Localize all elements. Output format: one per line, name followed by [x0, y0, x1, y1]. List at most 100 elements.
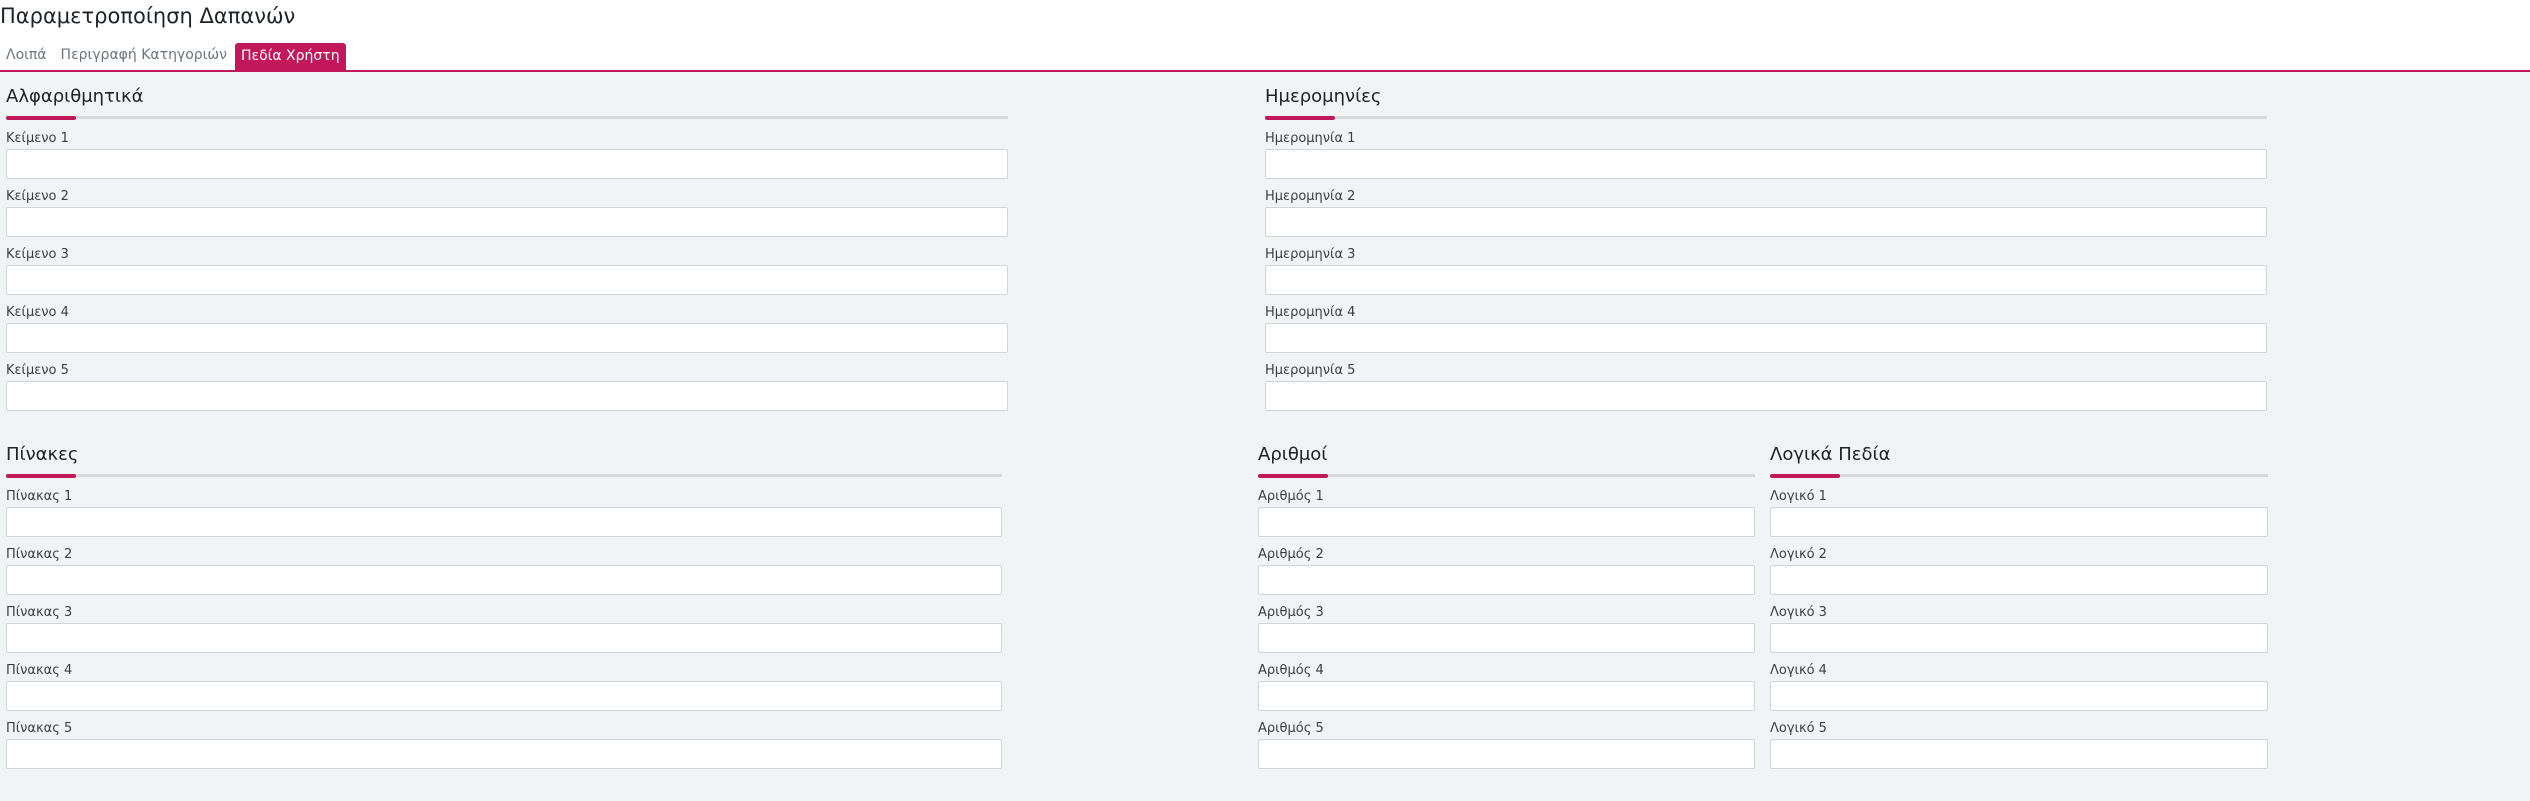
field-label: Λογικό 1 [1770, 489, 1827, 504]
section-title: Αλφαριθμητικά [6, 86, 144, 107]
field-date-2: Ημερομηνία 2 [1265, 189, 2267, 237]
field-logical-2: Λογικό 2 [1770, 547, 2268, 595]
field-number-2: Αριθμός 2 [1258, 547, 1755, 595]
field-number-1: Αριθμός 1 [1258, 489, 1755, 537]
field-table-5: Πίνακας 5 [6, 721, 1002, 769]
field-text-3: Κείμενο 3 [6, 247, 1008, 295]
table-input-4[interactable] [6, 681, 1002, 711]
field-label: Πίνακας 5 [6, 721, 73, 736]
field-label: Ημερομηνία 5 [1265, 363, 1356, 378]
logical-input-5[interactable] [1770, 739, 2268, 769]
field-text-4: Κείμενο 4 [6, 305, 1008, 353]
field-label: Πίνακας 3 [6, 605, 73, 620]
logical-input-3[interactable] [1770, 623, 2268, 653]
field-label: Λογικό 2 [1770, 547, 1827, 562]
number-input-2[interactable] [1258, 565, 1755, 595]
number-input-3[interactable] [1258, 623, 1755, 653]
field-table-4: Πίνακας 4 [6, 663, 1002, 711]
section-accent [1770, 474, 1840, 478]
field-table-2: Πίνακας 2 [6, 547, 1002, 595]
field-label: Λογικό 4 [1770, 663, 1827, 678]
field-label: Ημερομηνία 1 [1265, 131, 1356, 146]
section-divider [1770, 474, 2268, 478]
section-numbers: Αριθμοί Αριθμός 1 Αριθμός 2 Αριθμός 3 Αρ… [1258, 444, 1755, 769]
text-input-2[interactable] [6, 207, 1008, 237]
logical-input-4[interactable] [1770, 681, 2268, 711]
field-label: Ημερομηνία 3 [1265, 247, 1356, 262]
field-logical-4: Λογικό 4 [1770, 663, 2268, 711]
text-input-5[interactable] [6, 381, 1008, 411]
field-table-1: Πίνακας 1 [6, 489, 1002, 537]
field-label: Ημερομηνία 2 [1265, 189, 1356, 204]
tab-strip: Λοιπά Περιγραφή Κατηγοριών Πεδία Χρήστη [0, 43, 348, 70]
field-label: Πίνακας 2 [6, 547, 73, 562]
text-input-3[interactable] [6, 265, 1008, 295]
field-label: Αριθμός 5 [1258, 721, 1324, 736]
field-label: Κείμενο 5 [6, 363, 69, 378]
field-logical-5: Λογικό 5 [1770, 721, 2268, 769]
field-date-3: Ημερομηνία 3 [1265, 247, 2267, 295]
logical-input-2[interactable] [1770, 565, 2268, 595]
field-label: Αριθμός 2 [1258, 547, 1324, 562]
field-label: Αριθμός 3 [1258, 605, 1324, 620]
field-label: Λογικό 3 [1770, 605, 1827, 620]
field-text-5: Κείμενο 5 [6, 363, 1008, 411]
table-input-2[interactable] [6, 565, 1002, 595]
field-logical-1: Λογικό 1 [1770, 489, 2268, 537]
date-input-1[interactable] [1265, 149, 2267, 179]
field-label: Κείμενο 3 [6, 247, 69, 262]
field-label: Κείμενο 1 [6, 131, 69, 146]
field-text-2: Κείμενο 2 [6, 189, 1008, 237]
field-label: Αριθμός 4 [1258, 663, 1324, 678]
field-date-5: Ημερομηνία 5 [1265, 363, 2267, 411]
header-bar: Παραμετροποίηση Δαπανών Λοιπά Περιγραφή … [0, 0, 2530, 72]
section-dates: Ημερομηνίες Ημερομηνία 1 Ημερομηνία 2 Ημ… [1265, 86, 2267, 411]
field-label: Αριθμός 1 [1258, 489, 1324, 504]
section-title: Ημερομηνίες [1265, 86, 1382, 107]
tab-category-descriptions[interactable]: Περιγραφή Κατηγοριών [55, 43, 233, 68]
field-number-5: Αριθμός 5 [1258, 721, 1755, 769]
table-input-5[interactable] [6, 739, 1002, 769]
section-title: Αριθμοί [1258, 444, 1328, 465]
table-input-1[interactable] [6, 507, 1002, 537]
field-label: Λογικό 5 [1770, 721, 1827, 736]
number-input-1[interactable] [1258, 507, 1755, 537]
field-label: Πίνακας 1 [6, 489, 73, 504]
field-label: Κείμενο 2 [6, 189, 69, 204]
number-input-4[interactable] [1258, 681, 1755, 711]
logical-input-1[interactable] [1770, 507, 2268, 537]
table-input-3[interactable] [6, 623, 1002, 653]
section-divider [1265, 116, 2267, 120]
text-input-1[interactable] [6, 149, 1008, 179]
section-accent [1265, 116, 1335, 120]
page-title: Παραμετροποίηση Δαπανών [0, 4, 296, 28]
section-divider [6, 116, 1008, 120]
date-input-3[interactable] [1265, 265, 2267, 295]
section-accent [6, 116, 76, 120]
section-title: Πίνακες [6, 444, 79, 465]
section-title: Λογικά Πεδία [1770, 444, 1891, 465]
section-accent [1258, 474, 1328, 478]
date-input-2[interactable] [1265, 207, 2267, 237]
date-input-4[interactable] [1265, 323, 2267, 353]
date-input-5[interactable] [1265, 381, 2267, 411]
field-date-1: Ημερομηνία 1 [1265, 131, 2267, 179]
tab-misc[interactable]: Λοιπά [0, 43, 53, 68]
field-date-4: Ημερομηνία 4 [1265, 305, 2267, 353]
field-label: Κείμενο 4 [6, 305, 69, 320]
field-text-1: Κείμενο 1 [6, 131, 1008, 179]
section-divider [1258, 474, 1755, 478]
field-table-3: Πίνακας 3 [6, 605, 1002, 653]
field-number-3: Αριθμός 3 [1258, 605, 1755, 653]
field-logical-3: Λογικό 3 [1770, 605, 2268, 653]
text-input-4[interactable] [6, 323, 1008, 353]
section-tables: Πίνακες Πίνακας 1 Πίνακας 2 Πίνακας 3 Πί… [6, 444, 1002, 769]
section-accent [6, 474, 76, 478]
section-divider [6, 474, 1002, 478]
field-label: Πίνακας 4 [6, 663, 73, 678]
tab-user-fields[interactable]: Πεδία Χρήστη [234, 43, 346, 70]
field-number-4: Αριθμός 4 [1258, 663, 1755, 711]
section-logical: Λογικά Πεδία Λογικό 1 Λογικό 2 Λογικό 3 … [1770, 444, 2268, 769]
section-text: Αλφαριθμητικά Κείμενο 1 Κείμενο 2 Κείμεν… [6, 86, 1008, 411]
number-input-5[interactable] [1258, 739, 1755, 769]
